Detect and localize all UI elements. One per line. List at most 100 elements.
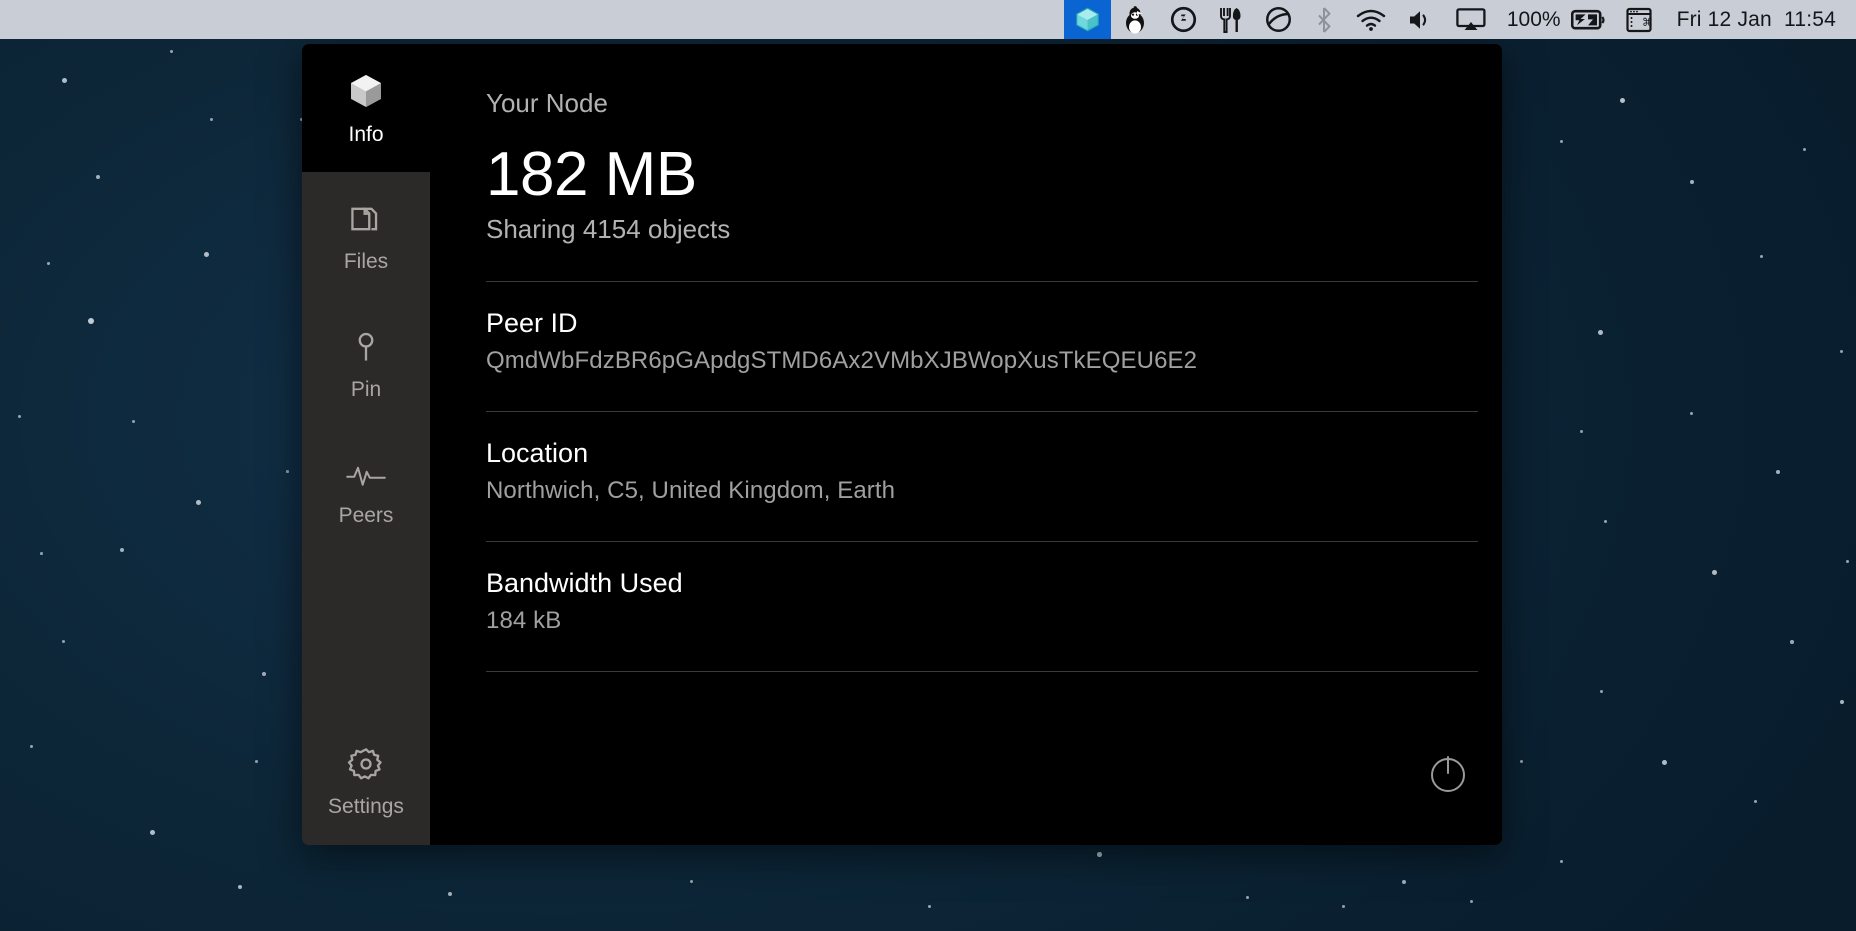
menubar-battery[interactable]: 100%	[1497, 0, 1567, 39]
star	[96, 175, 100, 179]
your-node-label: Your Node	[486, 88, 608, 118]
star	[1840, 350, 1844, 354]
star	[1560, 140, 1564, 144]
airplay-icon	[1456, 7, 1486, 32]
star	[88, 318, 94, 324]
repo-size-value: 182 MB	[486, 140, 697, 209]
row-title: Bandwidth Used	[486, 568, 683, 599]
menubar-bluetooth-button[interactable]	[1303, 0, 1345, 39]
star	[30, 745, 34, 749]
star	[1690, 412, 1694, 416]
sidebar-item-settings[interactable]: Settings	[302, 717, 430, 845]
sidebar-item-info[interactable]: Info	[302, 44, 430, 172]
menubar-display-button[interactable]	[1254, 0, 1303, 39]
star	[1598, 330, 1603, 335]
battery-charging-icon	[1570, 9, 1605, 31]
star	[1760, 255, 1764, 259]
volume-icon	[1408, 9, 1434, 31]
star	[170, 50, 174, 54]
row-title: Location	[486, 438, 589, 469]
menubar-status-button[interactable]	[1159, 0, 1208, 39]
star	[1690, 180, 1695, 185]
cutlery-icon	[1219, 6, 1243, 34]
keyboard-shortcut-icon: ⌘	[1625, 7, 1652, 33]
star	[204, 252, 209, 257]
menu-bar: 100% ⌘ Fri 12 Jan 11:54	[0, 0, 1856, 39]
info-row-bandwidth[interactable]: Bandwidth Used 184 kB	[486, 542, 1478, 635]
menubar-airplay-button[interactable]	[1445, 0, 1497, 39]
star	[1246, 896, 1250, 900]
menubar-ipfs-button[interactable]	[1063, 0, 1111, 39]
svg-text:⌘: ⌘	[1642, 17, 1652, 29]
star	[62, 78, 67, 83]
sidebar-item-label: Settings	[328, 795, 404, 818]
sidebar-item-pin[interactable]: Pin	[302, 300, 430, 428]
star	[1580, 430, 1583, 433]
sidebar-item-label: Files	[343, 250, 389, 273]
row-value[interactable]: QmdWbFdzBR6pGApdgSTMD6Ax2VMbXJBWopXusTkE…	[486, 347, 1478, 375]
bluetooth-icon	[1314, 6, 1334, 34]
menubar-volume-button[interactable]	[1397, 0, 1445, 39]
cube-icon	[346, 71, 386, 111]
star	[1620, 98, 1626, 104]
row-value: Northwich, C5, United Kingdom, Earth	[486, 477, 896, 505]
star	[1520, 760, 1524, 764]
star	[286, 470, 289, 473]
star	[238, 885, 243, 890]
star	[1402, 880, 1406, 884]
gear-icon	[347, 745, 385, 783]
circle-badge-icon	[1170, 6, 1197, 33]
star	[690, 880, 694, 884]
star	[1776, 470, 1781, 475]
star	[1790, 640, 1794, 644]
sidebar-item-peers[interactable]: Peers	[302, 428, 430, 556]
star	[62, 640, 65, 643]
divider	[486, 671, 1478, 673]
power-icon[interactable]	[1426, 751, 1470, 795]
battery-percent-label: 100%	[1506, 7, 1561, 31]
star	[1560, 860, 1564, 864]
star	[120, 548, 124, 552]
star	[1342, 905, 1345, 908]
menubar-battery-icon-button[interactable]	[1567, 0, 1615, 39]
info-row-peer-id[interactable]: Peer ID QmdWbFdzBR6pGApdgSTMD6Ax2VMbXJBW…	[486, 282, 1478, 375]
menubar-wifi-button[interactable]	[1345, 0, 1397, 39]
menubar-penguin-button[interactable]	[1111, 0, 1159, 39]
star	[1803, 148, 1807, 152]
sidebar: Info Files Pin Peers Settings	[302, 44, 430, 845]
info-row-location[interactable]: Location Northwich, C5, United Kingdom, …	[486, 412, 1478, 505]
star	[1840, 700, 1845, 705]
star	[448, 892, 452, 896]
menubar-clock[interactable]: Fri 12 Jan 11:54	[1663, 8, 1842, 32]
wifi-icon	[1356, 9, 1386, 31]
row-title: Peer ID	[486, 308, 578, 339]
row-value: 184 kB	[486, 607, 562, 635]
star	[47, 262, 51, 266]
star	[1846, 560, 1850, 564]
sidebar-item-label: Info	[348, 123, 384, 146]
pin-icon	[347, 328, 385, 366]
menubar-cutlery-button[interactable]	[1208, 0, 1254, 39]
menubar-keyboard-button[interactable]: ⌘	[1615, 0, 1663, 39]
star	[196, 500, 201, 505]
star	[40, 552, 43, 555]
penguin-icon	[1122, 5, 1148, 34]
ipfs-cube-icon	[1074, 6, 1101, 33]
info-panel: Your Node 182 MB Sharing 4154 objects Pe…	[430, 44, 1502, 845]
star	[255, 760, 258, 763]
sharing-objects-label: Sharing 4154 objects	[486, 214, 731, 245]
star	[210, 118, 213, 121]
star	[1470, 900, 1473, 903]
star	[1097, 852, 1102, 857]
star	[1712, 570, 1717, 575]
star	[150, 830, 155, 835]
star	[132, 420, 135, 423]
star	[18, 415, 22, 419]
sidebar-item-label: Peers	[338, 504, 394, 527]
star	[1600, 690, 1604, 694]
files-icon	[347, 200, 385, 238]
star	[928, 905, 932, 909]
sidebar-item-files[interactable]: Files	[302, 172, 430, 300]
star	[1754, 800, 1758, 804]
